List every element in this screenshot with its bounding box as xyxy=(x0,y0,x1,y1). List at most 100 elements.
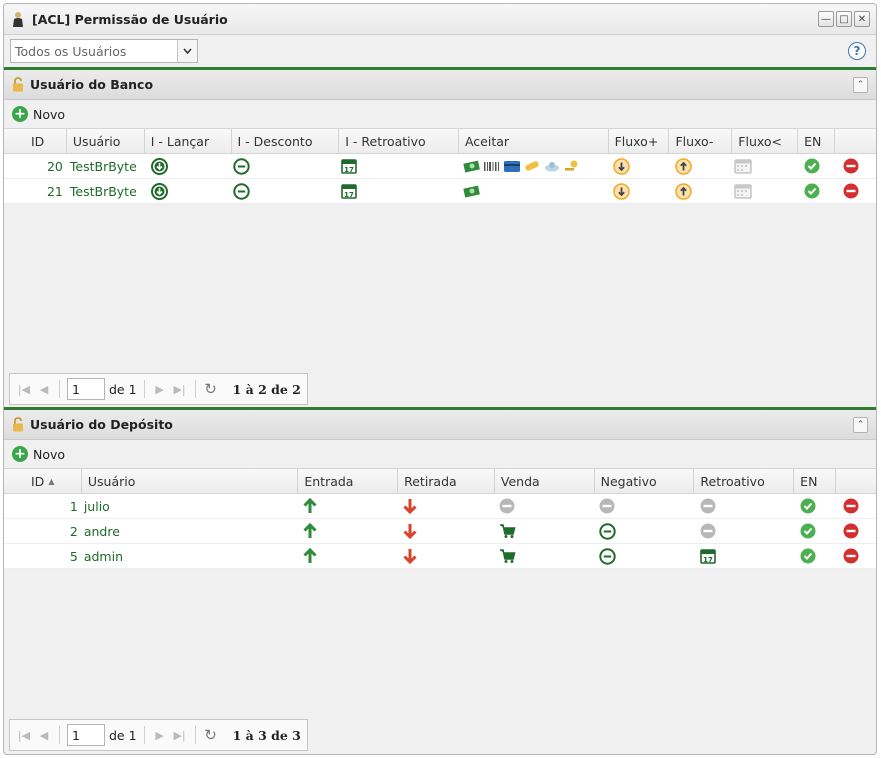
check-circle-icon[interactable] xyxy=(800,498,816,514)
close-icon: ✕ xyxy=(857,13,867,25)
col-id[interactable]: ID xyxy=(4,129,67,153)
minus-circle-icon[interactable] xyxy=(233,157,251,175)
cell-negativo xyxy=(595,519,695,543)
calendar-icon[interactable]: 17 xyxy=(341,158,358,174)
check-circle-icon[interactable] xyxy=(800,523,816,539)
col-retirada[interactable]: Retirada xyxy=(398,469,495,493)
arrow-down-circle-icon[interactable] xyxy=(150,157,168,175)
last-page-icon[interactable]: ▶| xyxy=(172,727,188,743)
calendar-grey-icon[interactable] xyxy=(734,183,752,199)
arrow-up-green-icon[interactable] xyxy=(302,522,318,540)
minus-circle-icon[interactable] xyxy=(233,182,251,200)
chevron-down-icon[interactable] xyxy=(177,40,197,62)
row-id: 20 xyxy=(46,158,63,174)
col-actions xyxy=(836,469,876,493)
arrow-up-orange-icon[interactable] xyxy=(675,157,693,175)
arrow-down-orange-icon[interactable] xyxy=(612,157,630,175)
minimize-button[interactable]: — xyxy=(818,11,834,27)
table-row[interactable]: 21 TestBrByte 17 xyxy=(4,179,876,204)
col-usuario[interactable]: Usuário xyxy=(82,469,299,493)
col-negativo[interactable]: Negativo xyxy=(595,469,695,493)
table-row[interactable]: 5 admin 17 xyxy=(4,544,876,569)
first-page-icon[interactable]: |◀ xyxy=(16,381,32,397)
minus-circle-icon[interactable] xyxy=(598,522,616,540)
disabled-icon[interactable] xyxy=(599,498,615,514)
refresh-icon[interactable]: ↻ xyxy=(203,380,219,398)
cloud-icon[interactable] xyxy=(543,159,561,173)
page-input[interactable]: 1 xyxy=(67,378,105,400)
col-i-desconto[interactable]: I - Desconto xyxy=(232,129,340,153)
card-icon[interactable] xyxy=(503,159,521,173)
arrow-down-red-icon[interactable] xyxy=(402,522,418,540)
next-page-icon[interactable]: ▶ xyxy=(152,727,168,743)
deposit-new-button[interactable]: Novo xyxy=(33,447,65,462)
col-fluxo-lt[interactable]: Fluxo< xyxy=(732,129,799,153)
col-id[interactable]: ID ▲ xyxy=(4,469,82,493)
page-input[interactable]: 1 xyxy=(67,724,105,746)
col-i-lancar[interactable]: I - Lançar xyxy=(145,129,232,153)
table-row[interactable]: 20 TestBrByte 17 xyxy=(4,154,876,179)
arrow-down-red-icon[interactable] xyxy=(402,547,418,565)
table-row[interactable]: 1 julio xyxy=(4,494,876,519)
delete-icon[interactable] xyxy=(843,498,859,514)
calendar-icon[interactable]: 17 xyxy=(341,183,358,199)
calendar-icon[interactable]: 17 xyxy=(700,548,717,564)
check-circle-icon[interactable] xyxy=(800,548,816,564)
maximize-button[interactable]: □ xyxy=(836,11,852,27)
arrow-up-green-icon[interactable] xyxy=(302,547,318,565)
first-page-icon[interactable]: |◀ xyxy=(16,727,32,743)
collapse-bank-button[interactable]: ⌃ xyxy=(853,76,868,93)
money-icon[interactable] xyxy=(463,184,481,198)
col-retroativo[interactable]: Retroativo xyxy=(694,469,795,493)
calendar-grey-icon[interactable] xyxy=(734,158,752,174)
check-circle-icon[interactable] xyxy=(804,183,820,199)
disabled-icon[interactable] xyxy=(700,498,716,514)
col-usuario[interactable]: Usuário xyxy=(67,129,145,153)
money-icon[interactable] xyxy=(463,159,481,173)
col-fluxo-plus[interactable]: Fluxo+ xyxy=(609,129,670,153)
arrow-up-green-icon[interactable] xyxy=(302,497,318,515)
close-button[interactable]: ✕ xyxy=(854,11,870,27)
col-entrada[interactable]: Entrada xyxy=(298,469,399,493)
col-aceitar[interactable]: Aceitar xyxy=(459,129,609,153)
cell-en xyxy=(794,544,836,568)
user-filter-select[interactable]: Todos os Usuários xyxy=(10,39,198,63)
delete-icon[interactable] xyxy=(843,183,859,199)
add-icon[interactable]: + xyxy=(12,446,28,462)
disabled-icon[interactable] xyxy=(700,523,716,539)
prev-page-icon[interactable]: ◀ xyxy=(36,381,52,397)
next-page-icon[interactable]: ▶ xyxy=(152,381,168,397)
cart-icon[interactable] xyxy=(499,523,516,539)
minimize-icon: — xyxy=(821,13,831,25)
window-titlebar[interactable]: [ACL] Permissão de Usuário — □ ✕ xyxy=(4,4,876,35)
col-en[interactable]: EN xyxy=(794,469,837,493)
pill-icon[interactable] xyxy=(523,159,541,173)
refresh-icon[interactable]: ↻ xyxy=(203,726,219,744)
col-en[interactable]: EN xyxy=(798,129,836,153)
arrow-down-circle-icon[interactable] xyxy=(150,182,168,200)
arrow-down-orange-icon[interactable] xyxy=(612,182,630,200)
minus-circle-icon[interactable] xyxy=(598,547,616,565)
add-icon[interactable]: + xyxy=(12,106,28,122)
bank-new-button[interactable]: Novo xyxy=(33,107,65,122)
delete-icon[interactable] xyxy=(843,523,859,539)
svg-text:17: 17 xyxy=(704,556,714,564)
cell-delete xyxy=(836,544,876,568)
prev-page-icon[interactable]: ◀ xyxy=(36,727,52,743)
col-i-retroativo[interactable]: I - Retroativo xyxy=(339,129,459,153)
col-venda[interactable]: Venda xyxy=(495,469,595,493)
last-page-icon[interactable]: ▶| xyxy=(172,381,188,397)
key-icon[interactable] xyxy=(563,159,581,173)
collapse-deposit-button[interactable]: ⌃ xyxy=(853,416,868,433)
arrow-up-orange-icon[interactable] xyxy=(675,182,693,200)
col-fluxo-minus[interactable]: Fluxo- xyxy=(669,129,733,153)
cart-icon[interactable] xyxy=(499,548,516,564)
help-icon[interactable]: ? xyxy=(848,42,866,60)
delete-icon[interactable] xyxy=(843,548,859,564)
disabled-icon[interactable] xyxy=(499,498,515,514)
table-row[interactable]: 2 andre xyxy=(4,519,876,544)
check-circle-icon[interactable] xyxy=(804,158,820,174)
arrow-down-red-icon[interactable] xyxy=(402,497,418,515)
barcode-icon[interactable] xyxy=(483,159,501,173)
delete-icon[interactable] xyxy=(843,158,859,174)
